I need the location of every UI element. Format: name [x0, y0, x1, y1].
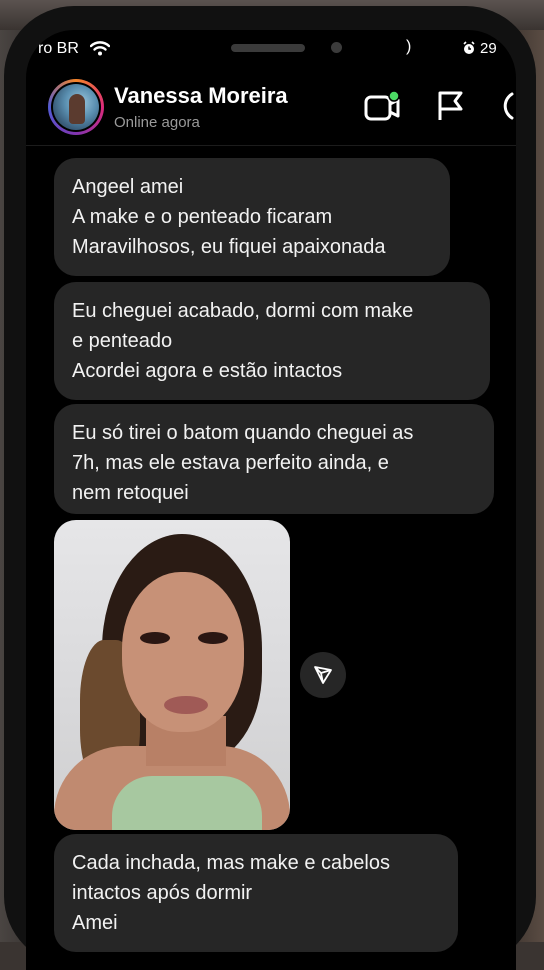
message-line: Amei	[72, 912, 118, 934]
wifi-icon	[89, 40, 111, 61]
message-line: Acordei agora e estão intactos	[72, 360, 343, 382]
photo-eye-left	[140, 632, 170, 644]
photo-lips	[164, 696, 208, 714]
message-line: intactos após dormir	[72, 882, 253, 904]
avatar-frame	[51, 82, 101, 132]
info-icon[interactable]	[498, 90, 514, 127]
avatar-photo	[53, 84, 99, 130]
message-line: Maravilhosos, eu fiquei apaixonada	[72, 236, 386, 258]
message-bubble[interactable]: Angeel amei A make e o penteado ficaram …	[54, 158, 450, 276]
status-mark: )	[406, 38, 412, 55]
speaker-notch	[231, 44, 305, 52]
photo-eye-right	[198, 632, 228, 644]
clock: 29	[480, 40, 497, 57]
avatar-figure	[69, 94, 85, 124]
header-divider	[26, 145, 516, 146]
message-line: e penteado	[72, 330, 173, 352]
message-line: Angeel amei	[72, 176, 184, 198]
front-camera	[331, 42, 342, 53]
message-line: 7h, mas ele estava perfeito ainda, e	[72, 452, 389, 474]
contact-name[interactable]: Vanessa Moreira	[114, 83, 288, 109]
message-bubble[interactable]: Cada inchada, mas make e cabelos intacto…	[54, 834, 458, 952]
flag-icon[interactable]	[436, 90, 466, 127]
alarm-icon	[462, 41, 476, 60]
chat-screen: ro BR ) 29 Vanessa Moreira Online agora …	[26, 30, 516, 970]
phone-frame: ro BR ) 29 Vanessa Moreira Online agora …	[4, 6, 536, 970]
message-line: Cada inchada, mas make e cabelos	[72, 852, 390, 874]
photo-top	[112, 776, 262, 830]
message-line: nem retoquei	[72, 482, 189, 504]
status-bar: ro BR ) 29	[26, 30, 516, 70]
video-call-icon[interactable]	[364, 90, 402, 127]
avatar[interactable]	[48, 79, 104, 135]
message-bubble[interactable]: Eu cheguei acabado, dormi com make e pen…	[54, 282, 490, 400]
contact-status: Online agora	[114, 114, 200, 131]
message-line: Eu cheguei acabado, dormi com make	[72, 300, 414, 322]
carrier-label: ro BR	[38, 40, 79, 57]
message-line: A make e o penteado ficaram	[72, 206, 333, 228]
share-icon[interactable]	[300, 652, 346, 698]
message-line: Eu só tirei o batom quando cheguei as	[72, 422, 414, 444]
message-bubble[interactable]: Eu só tirei o batom quando cheguei as 7h…	[54, 404, 494, 514]
photo-message[interactable]	[54, 520, 290, 830]
chat-header: Vanessa Moreira Online agora	[26, 74, 516, 144]
